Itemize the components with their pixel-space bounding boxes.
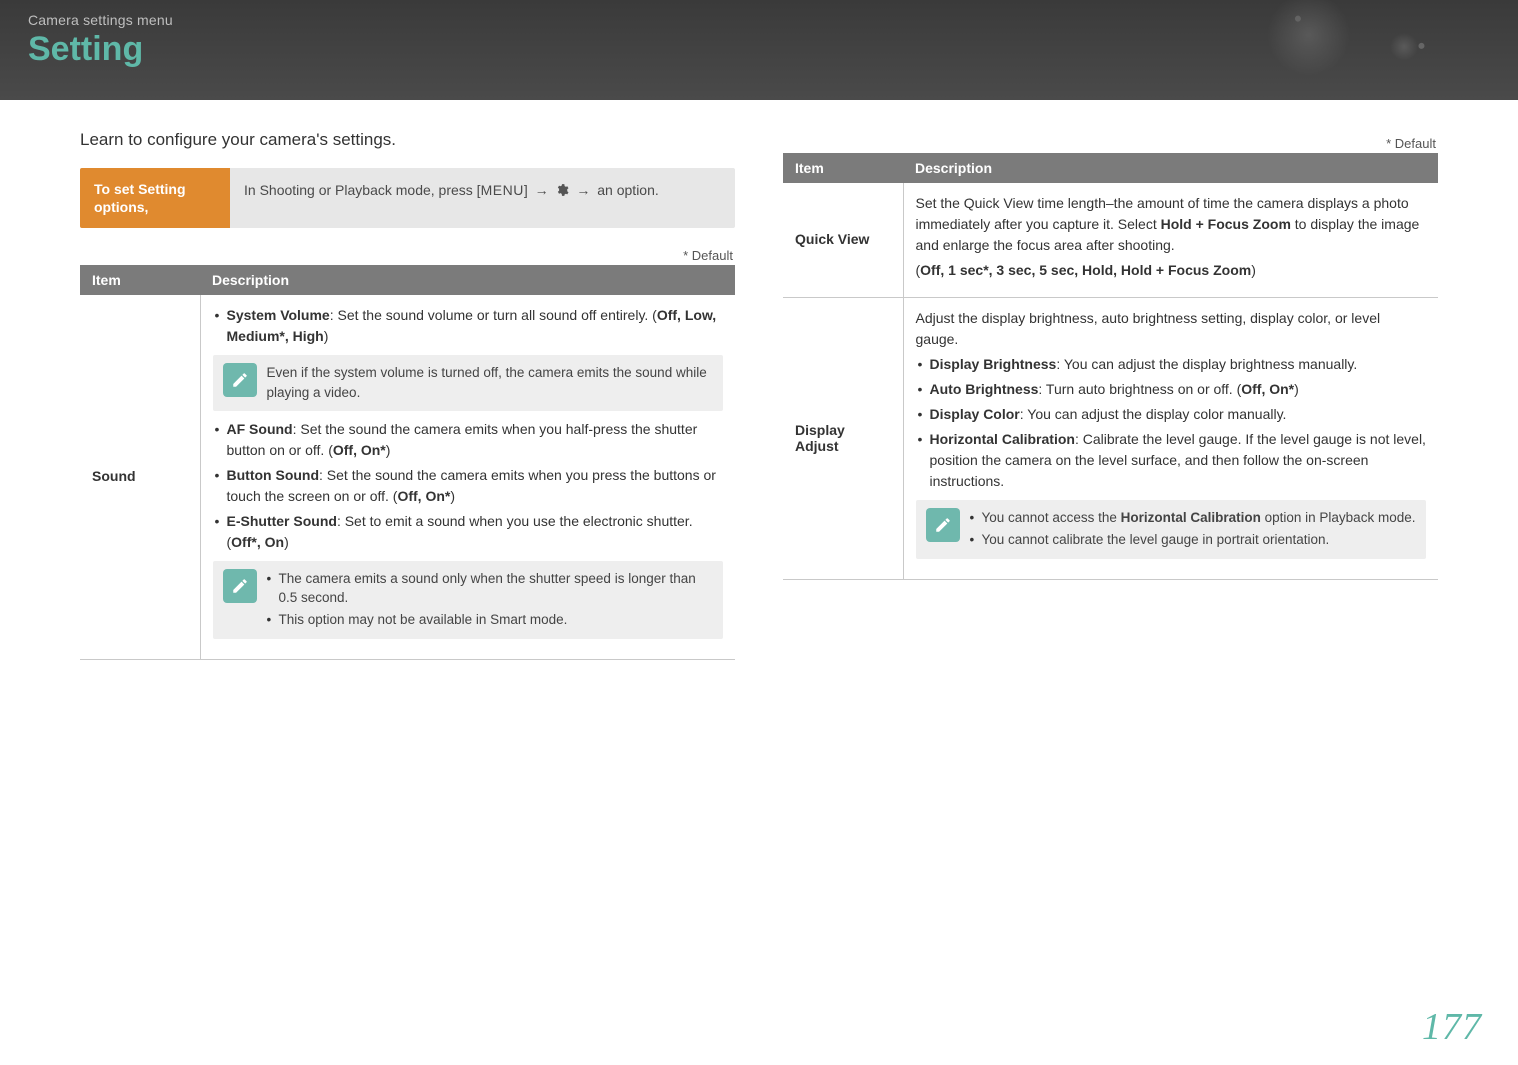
note-text: The camera emits a sound only when the s… [267, 569, 714, 632]
step-body-post: an option. [597, 182, 659, 198]
af-sound-label: AF Sound [227, 421, 293, 437]
note-item: The camera emits a sound only when the s… [267, 569, 714, 608]
left-column: Learn to configure your camera's setting… [80, 130, 735, 660]
display-lead: Adjust the display brightness, auto brig… [916, 308, 1427, 350]
page-title: Setting [28, 30, 1490, 69]
breadcrumb: Camera settings menu [28, 12, 1490, 28]
th-description: Description [903, 153, 1438, 183]
note-box: The camera emits a sound only when the s… [213, 561, 724, 640]
page-number: 177 [1422, 1005, 1482, 1049]
gear-icon [555, 182, 569, 202]
system-volume-label: System Volume [227, 307, 330, 323]
display-brightness-text: : You can adjust the display brightness … [1056, 356, 1357, 372]
auto-brightness-label: Auto Brightness [930, 381, 1039, 397]
list-item: Display Brightness: You can adjust the d… [916, 354, 1427, 375]
qv-opts-close: ) [1251, 262, 1256, 278]
eshutter-sound-close: ) [284, 534, 289, 550]
af-sound-opts: Off, On* [333, 442, 386, 458]
auto-brightness-opts: Off, On* [1241, 381, 1294, 397]
page-header: Camera settings menu Setting [0, 0, 1518, 100]
item-quick-view: Quick View [783, 183, 903, 298]
table-row: Quick View Set the Quick View time lengt… [783, 183, 1438, 298]
menu-key: MENU [481, 182, 524, 198]
pen-icon [223, 569, 257, 603]
desc-display-adjust: Adjust the display brightness, auto brig… [903, 298, 1438, 580]
note-item: You cannot access the Horizontal Calibra… [970, 508, 1416, 528]
desc-quick-view: Set the Quick View time length–the amoun… [903, 183, 1438, 298]
qv-opts: Off, 1 sec*, 3 sec, 5 sec, Hold, Hold + … [920, 262, 1251, 278]
note-box: Even if the system volume is turned off,… [213, 355, 724, 410]
step-label: To set Setting options, [80, 168, 230, 228]
right-column: * Default Item Description Quick View Se… [783, 130, 1438, 660]
auto-brightness-close: ) [1294, 381, 1299, 397]
system-volume-text: : Set the sound volume or turn all sound… [330, 307, 657, 323]
horizontal-calibration-label: Horizontal Calibration [930, 431, 1075, 447]
note-item: You cannot calibrate the level gauge in … [970, 530, 1416, 550]
default-note-right: * Default [785, 136, 1436, 151]
pen-icon [926, 508, 960, 542]
arrow-icon: → [535, 182, 549, 198]
desc-sound: System Volume: Set the sound volume or t… [200, 295, 735, 659]
system-volume-close: ) [324, 328, 329, 344]
note-box: You cannot access the Horizontal Calibra… [916, 500, 1427, 559]
table-row: Sound System Volume: Set the sound volum… [80, 295, 735, 659]
table-row: Display Adjust Adjust the display bright… [783, 298, 1438, 580]
list-item: Horizontal Calibration: Calibrate the le… [916, 429, 1427, 492]
arrow-icon: → [576, 182, 590, 198]
hc-note-post: option in Playback mode. [1261, 510, 1416, 525]
th-description: Description [200, 265, 735, 295]
settings-table-left: Item Description Sound System Volume: Se… [80, 265, 735, 660]
list-item: System Volume: Set the sound volume or t… [213, 305, 724, 347]
item-display-adjust: Display Adjust [783, 298, 903, 580]
button-sound-close: ) [450, 488, 455, 504]
note-text: Even if the system volume is turned off,… [267, 363, 714, 402]
default-note-left: * Default [82, 248, 733, 263]
eshutter-sound-opts: Off*, On [231, 534, 284, 550]
af-sound-text: : Set the sound the camera emits when yo… [227, 421, 698, 458]
list-item: Display Color: You can adjust the displa… [916, 404, 1427, 425]
pen-icon [223, 363, 257, 397]
eshutter-sound-label: E-Shutter Sound [227, 513, 337, 529]
item-sound: Sound [80, 295, 200, 659]
list-item: E-Shutter Sound: Set to emit a sound whe… [213, 511, 724, 553]
settings-table-right: Item Description Quick View Set the Quic… [783, 153, 1438, 580]
hc-note-pre: You cannot access the [982, 510, 1121, 525]
list-item: AF Sound: Set the sound the camera emits… [213, 419, 724, 461]
intro-text: Learn to configure your camera's setting… [80, 130, 735, 150]
auto-brightness-text: : Turn auto brightness on or off. ( [1038, 381, 1241, 397]
hc-note-bold: Horizontal Calibration [1121, 510, 1261, 525]
qv-hfz: Hold + Focus Zoom [1161, 216, 1291, 232]
display-brightness-label: Display Brightness [930, 356, 1057, 372]
button-sound-label: Button Sound [227, 467, 320, 483]
display-color-label: Display Color [930, 406, 1020, 422]
display-color-text: : You can adjust the display color manua… [1020, 406, 1287, 422]
step-body: In Shooting or Playback mode, press [MEN… [230, 168, 735, 228]
af-sound-close: ) [386, 442, 391, 458]
step-body-pre: In Shooting or Playback mode, press [ [244, 182, 481, 198]
list-item: Button Sound: Set the sound the camera e… [213, 465, 724, 507]
th-item: Item [80, 265, 200, 295]
note-item: This option may not be available in Smar… [267, 610, 714, 630]
list-item: Auto Brightness: Turn auto brightness on… [916, 379, 1427, 400]
page-body: Learn to configure your camera's setting… [0, 100, 1518, 680]
note-text: You cannot access the Horizontal Calibra… [970, 508, 1416, 551]
th-item: Item [783, 153, 903, 183]
button-sound-opts: Off, On* [397, 488, 450, 504]
step-block: To set Setting options, In Shooting or P… [80, 168, 735, 228]
